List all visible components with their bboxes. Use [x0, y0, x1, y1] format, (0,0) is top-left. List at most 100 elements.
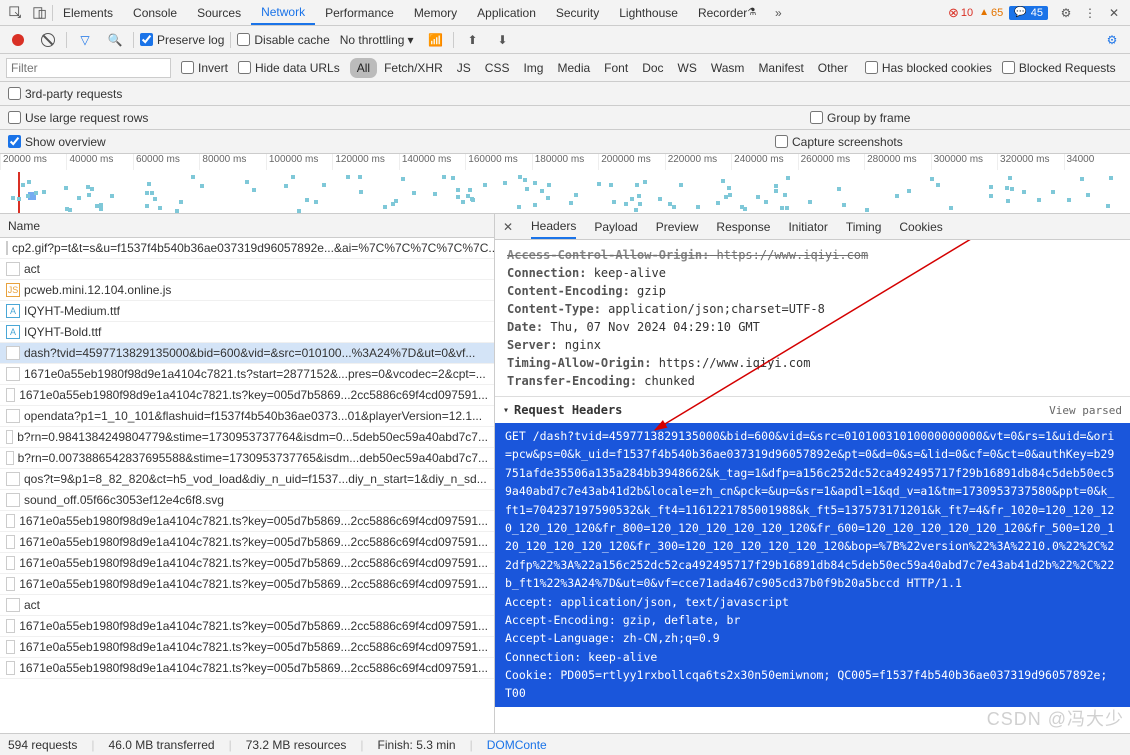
request-row[interactable]: 1671e0a55eb1980f98d9e1a4104c7821.ts?key=…	[0, 385, 494, 406]
request-row[interactable]: qos?t=9&p1=8_82_820&ct=h5_vod_load&diy_n…	[0, 469, 494, 490]
request-row[interactable]: act	[0, 595, 494, 616]
type-pill-js[interactable]: JS	[450, 58, 478, 78]
type-pill-font[interactable]: Font	[597, 58, 635, 78]
settings-icon[interactable]: ⚙	[1054, 1, 1078, 25]
tab-elements[interactable]: Elements	[53, 0, 123, 25]
request-name: 1671e0a55eb1980f98d9e1a4104c7821.ts?key=…	[19, 535, 488, 549]
separator	[230, 32, 231, 48]
filter-toggle-icon[interactable]: ▽	[73, 28, 97, 52]
export-icon[interactable]: ⬇	[490, 28, 514, 52]
file-icon: A	[6, 325, 20, 339]
capture-screenshots-checkbox[interactable]: Capture screenshots	[775, 135, 903, 149]
tab-console[interactable]: Console	[123, 0, 187, 25]
blocked-requests-checkbox[interactable]: Blocked Requests	[1002, 61, 1116, 75]
clear-icon[interactable]	[36, 28, 60, 52]
request-headers-section[interactable]: Request Headers View parsed	[495, 396, 1130, 423]
disable-cache-checkbox[interactable]: Disable cache	[237, 33, 329, 47]
large-rows-checkbox[interactable]: Use large request rows	[8, 111, 148, 125]
preserve-log-checkbox[interactable]: Preserve log	[140, 33, 224, 47]
close-devtools-icon[interactable]: ✕	[1102, 1, 1126, 25]
request-row[interactable]: opendata?p1=1_10_101&flashuid=f1537f4b54…	[0, 406, 494, 427]
tab-memory[interactable]: Memory	[404, 0, 467, 25]
detail-body[interactable]: Access-Control-Allow-Origin: https://www…	[495, 240, 1130, 733]
request-row[interactable]: AIQYHT-Medium.ttf	[0, 301, 494, 322]
more-tabs-icon[interactable]: »	[766, 1, 790, 25]
request-row[interactable]: act	[0, 259, 494, 280]
request-row[interactable]: 1671e0a55eb1980f98d9e1a4104c7821.ts?key=…	[0, 637, 494, 658]
search-icon[interactable]: 🔍	[103, 28, 127, 52]
type-pill-doc[interactable]: Doc	[635, 58, 670, 78]
message-badge[interactable]: 45	[1009, 6, 1048, 20]
request-row[interactable]: dash?tvid=4597713829135000&bid=600&vid=&…	[0, 343, 494, 364]
invert-checkbox[interactable]: Invert	[181, 61, 228, 75]
detail-tab-headers[interactable]: Headers	[531, 214, 576, 239]
request-row[interactable]: 1671e0a55eb1980f98d9e1a4104c7821.ts?key=…	[0, 532, 494, 553]
detail-tab-preview[interactable]: Preview	[656, 214, 699, 239]
import-icon[interactable]: ⬆	[460, 28, 484, 52]
list-header-name[interactable]: Name	[0, 214, 494, 238]
type-pill-img[interactable]: Img	[516, 58, 550, 78]
request-row[interactable]: b?rn=0.9841384249804779&stime=1730953737…	[0, 427, 494, 448]
options-row-2: Use large request rows Group by frame	[0, 106, 1130, 130]
more-icon[interactable]: ⋮	[1078, 1, 1102, 25]
view-parsed-link[interactable]: View parsed	[1049, 404, 1122, 417]
type-pill-media[interactable]: Media	[550, 58, 597, 78]
raw-request-text[interactable]: GET /dash?tvid=4597713829135000&bid=600&…	[495, 423, 1130, 707]
detail-tab-timing[interactable]: Timing	[846, 214, 882, 239]
tab-recorder[interactable]: Recorder ⚗	[688, 0, 766, 25]
throttling-select[interactable]: No throttling ▾	[336, 31, 418, 49]
third-party-checkbox[interactable]: 3rd-party requests	[8, 87, 122, 101]
network-conditions-icon[interactable]: 📶	[423, 28, 447, 52]
request-row[interactable]: sound_off.05f66c3053ef12e4c6f8.svg	[0, 490, 494, 511]
request-row[interactable]: 1671e0a55eb1980f98d9e1a4104c7821.ts?key=…	[0, 616, 494, 637]
inspect-icon[interactable]	[4, 1, 28, 25]
type-pill-manifest[interactable]: Manifest	[751, 58, 810, 78]
request-name: 1671e0a55eb1980f98d9e1a4104c7821.ts?star…	[24, 367, 486, 381]
request-row[interactable]: cp2.gif?p=t&t=s&u=f1537f4b540b36ae037319…	[0, 238, 494, 259]
device-toggle-icon[interactable]	[28, 1, 52, 25]
detail-tab-payload[interactable]: Payload	[594, 214, 637, 239]
request-row[interactable]: 1671e0a55eb1980f98d9e1a4104c7821.ts?key=…	[0, 511, 494, 532]
show-overview-checkbox[interactable]: Show overview	[8, 135, 106, 149]
request-row[interactable]: 1671e0a55eb1980f98d9e1a4104c7821.ts?star…	[0, 364, 494, 385]
request-row[interactable]: JSpcweb.mini.12.104.online.js	[0, 280, 494, 301]
tab-security[interactable]: Security	[546, 0, 609, 25]
settings-gear-icon[interactable]: ⚙	[1100, 28, 1124, 52]
type-pill-ws[interactable]: WS	[671, 58, 704, 78]
options-row-1: 3rd-party requests	[0, 82, 1130, 106]
issue-badges[interactable]: 10 65 45	[948, 5, 1048, 21]
type-pill-fetchxhr[interactable]: Fetch/XHR	[377, 58, 450, 78]
file-icon	[6, 535, 15, 549]
filter-bar: Invert Hide data URLs AllFetch/XHRJSCSSI…	[0, 54, 1130, 82]
request-row[interactable]: 1671e0a55eb1980f98d9e1a4104c7821.ts?key=…	[0, 553, 494, 574]
detail-tab-initiator[interactable]: Initiator	[788, 214, 827, 239]
tab-performance[interactable]: Performance	[315, 0, 404, 25]
tab-lighthouse[interactable]: Lighthouse	[609, 0, 688, 25]
warning-badge[interactable]: 65	[979, 7, 1003, 19]
file-icon	[6, 388, 15, 402]
request-row[interactable]: 1671e0a55eb1980f98d9e1a4104c7821.ts?key=…	[0, 658, 494, 679]
type-pill-all[interactable]: All	[350, 58, 377, 78]
type-pill-wasm[interactable]: Wasm	[704, 58, 752, 78]
timeline-overview[interactable]: 20000 ms40000 ms60000 ms80000 ms100000 m…	[0, 154, 1130, 214]
error-badge[interactable]: 10	[948, 5, 973, 21]
detail-tab-response[interactable]: Response	[716, 214, 770, 239]
tab-sources[interactable]: Sources	[187, 0, 251, 25]
type-pill-css[interactable]: CSS	[478, 58, 517, 78]
type-pill-other[interactable]: Other	[811, 58, 855, 78]
record-icon[interactable]	[6, 28, 30, 52]
request-row[interactable]: 1671e0a55eb1980f98d9e1a4104c7821.ts?key=…	[0, 574, 494, 595]
file-icon	[6, 451, 14, 465]
has-blocked-cookies-checkbox[interactable]: Has blocked cookies	[865, 61, 992, 75]
filter-input[interactable]	[6, 58, 171, 78]
response-header-line: Timing-Allow-Origin: https://www.iqiyi.c…	[507, 354, 1118, 372]
request-row[interactable]: b?rn=0.0073886542837695588&stime=1730953…	[0, 448, 494, 469]
detail-tab-cookies[interactable]: Cookies	[899, 214, 942, 239]
hide-data-urls-checkbox[interactable]: Hide data URLs	[238, 61, 340, 75]
request-row[interactable]: AIQYHT-Bold.ttf	[0, 322, 494, 343]
status-bar: 594 requests| 46.0 MB transferred| 73.2 …	[0, 733, 1130, 755]
tab-network[interactable]: Network	[251, 0, 315, 25]
group-by-frame-checkbox[interactable]: Group by frame	[810, 111, 910, 125]
tab-application[interactable]: Application	[467, 0, 546, 25]
close-detail-icon[interactable]: ✕	[499, 220, 517, 234]
